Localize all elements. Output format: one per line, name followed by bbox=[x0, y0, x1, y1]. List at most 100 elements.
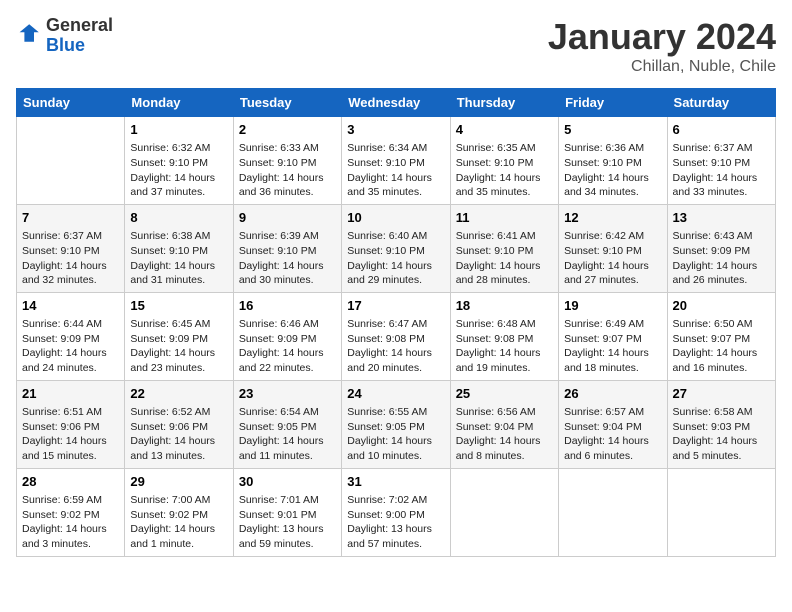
calendar-week-4: 21 Sunrise: 6:51 AMSunset: 9:06 PMDayligh… bbox=[17, 380, 776, 468]
weekday-monday: Monday bbox=[125, 89, 233, 117]
day-number: 17 bbox=[347, 297, 444, 315]
calendar-cell: 7 Sunrise: 6:37 AMSunset: 9:10 PMDaylight… bbox=[17, 204, 125, 292]
weekday-thursday: Thursday bbox=[450, 89, 558, 117]
weekday-tuesday: Tuesday bbox=[233, 89, 341, 117]
weekday-sunday: Sunday bbox=[17, 89, 125, 117]
calendar-cell: 6Sunrise: 6:37 AMSunset: 9:10 PMDaylight… bbox=[667, 117, 775, 205]
day-number: 29 bbox=[130, 473, 227, 491]
day-number: 12 bbox=[564, 209, 661, 227]
day-info: Sunrise: 6:55 AMSunset: 9:05 PMDaylight:… bbox=[347, 405, 444, 464]
day-info: Sunrise: 6:54 AMSunset: 9:05 PMDaylight:… bbox=[239, 405, 336, 464]
calendar-cell: 9Sunrise: 6:39 AMSunset: 9:10 PMDaylight… bbox=[233, 204, 341, 292]
day-info: Sunrise: 6:58 AMSunset: 9:03 PMDaylight:… bbox=[673, 405, 770, 464]
day-number: 2 bbox=[239, 121, 336, 139]
day-number: 23 bbox=[239, 385, 336, 403]
calendar-cell: 20Sunrise: 6:50 AMSunset: 9:07 PMDayligh… bbox=[667, 292, 775, 380]
calendar-cell: 21 Sunrise: 6:51 AMSunset: 9:06 PMDayligh… bbox=[17, 380, 125, 468]
day-number: 13 bbox=[673, 209, 770, 227]
calendar-cell: 23 Sunrise: 6:54 AMSunset: 9:05 PMDayligh… bbox=[233, 380, 341, 468]
calendar-cell: 3Sunrise: 6:34 AMSunset: 9:10 PMDaylight… bbox=[342, 117, 450, 205]
logo-general-text: General bbox=[46, 16, 113, 36]
day-info: Sunrise: 6:37 AMSunset: 9:10 PMDaylight:… bbox=[22, 229, 119, 288]
day-number: 25 bbox=[456, 385, 553, 403]
day-number: 27 bbox=[673, 385, 770, 403]
day-info: Sunrise: 6:40 AMSunset: 9:10 PMDaylight:… bbox=[347, 229, 444, 288]
calendar-table: SundayMondayTuesdayWednesdayThursdayFrid… bbox=[16, 88, 776, 557]
day-number: 22 bbox=[130, 385, 227, 403]
day-info: Sunrise: 6:33 AMSunset: 9:10 PMDaylight:… bbox=[239, 141, 336, 200]
day-number: 15 bbox=[130, 297, 227, 315]
day-info: Sunrise: 6:51 AMSunset: 9:06 PMDaylight:… bbox=[22, 405, 119, 464]
day-number: 28 bbox=[22, 473, 119, 491]
day-number: 24 bbox=[347, 385, 444, 403]
calendar-cell: 29Sunrise: 7:00 AMSunset: 9:02 PMDayligh… bbox=[125, 468, 233, 556]
calendar-cell: 18Sunrise: 6:48 AMSunset: 9:08 PMDayligh… bbox=[450, 292, 558, 380]
day-info: Sunrise: 7:02 AMSunset: 9:00 PMDaylight:… bbox=[347, 493, 444, 552]
calendar-cell: 27 Sunrise: 6:58 AMSunset: 9:03 PMDayligh… bbox=[667, 380, 775, 468]
day-info: Sunrise: 6:56 AMSunset: 9:04 PMDaylight:… bbox=[456, 405, 553, 464]
day-info: Sunrise: 6:43 AMSunset: 9:09 PMDaylight:… bbox=[673, 229, 770, 288]
day-number: 1 bbox=[130, 121, 227, 139]
day-number: 4 bbox=[456, 121, 553, 139]
day-number: 21 bbox=[22, 385, 119, 403]
day-info: Sunrise: 6:50 AMSunset: 9:07 PMDaylight:… bbox=[673, 317, 770, 376]
calendar-title: January 2024 bbox=[548, 16, 776, 58]
day-number: 31 bbox=[347, 473, 444, 491]
calendar-cell: 5 Sunrise: 6:36 AMSunset: 9:10 PMDaylight… bbox=[559, 117, 667, 205]
day-number: 5 bbox=[564, 121, 661, 139]
page-header: General Blue January 2024 Chillan, Nuble… bbox=[16, 16, 776, 76]
logo-blue-text: Blue bbox=[46, 36, 113, 56]
day-number: 10 bbox=[347, 209, 444, 227]
day-number: 3 bbox=[347, 121, 444, 139]
day-info: Sunrise: 6:57 AMSunset: 9:04 PMDaylight:… bbox=[564, 405, 661, 464]
day-info: Sunrise: 6:36 AMSunset: 9:10 PMDaylight:… bbox=[564, 141, 661, 200]
calendar-cell: 15 Sunrise: 6:45 AMSunset: 9:09 PMDayligh… bbox=[125, 292, 233, 380]
day-number: 26 bbox=[564, 385, 661, 403]
calendar-cell: 8Sunrise: 6:38 AMSunset: 9:10 PMDaylight… bbox=[125, 204, 233, 292]
logo: General Blue bbox=[16, 16, 113, 56]
calendar-cell: 24 Sunrise: 6:55 AMSunset: 9:05 PMDayligh… bbox=[342, 380, 450, 468]
calendar-cell: 16Sunrise: 6:46 AMSunset: 9:09 PMDayligh… bbox=[233, 292, 341, 380]
day-info: Sunrise: 7:01 AMSunset: 9:01 PMDaylight:… bbox=[239, 493, 336, 552]
day-info: Sunrise: 6:49 AMSunset: 9:07 PMDaylight:… bbox=[564, 317, 661, 376]
day-number: 8 bbox=[130, 209, 227, 227]
day-info: Sunrise: 6:44 AMSunset: 9:09 PMDaylight:… bbox=[22, 317, 119, 376]
calendar-week-3: 14Sunrise: 6:44 AMSunset: 9:09 PMDayligh… bbox=[17, 292, 776, 380]
calendar-header: SundayMondayTuesdayWednesdayThursdayFrid… bbox=[17, 89, 776, 117]
day-info: Sunrise: 6:35 AMSunset: 9:10 PMDaylight:… bbox=[456, 141, 553, 200]
calendar-body: 1 Sunrise: 6:32 AMSunset: 9:10 PMDaylight… bbox=[17, 117, 776, 557]
day-info: Sunrise: 6:52 AMSunset: 9:06 PMDaylight:… bbox=[130, 405, 227, 464]
weekday-wednesday: Wednesday bbox=[342, 89, 450, 117]
calendar-cell: 31 Sunrise: 7:02 AMSunset: 9:00 PMDayligh… bbox=[342, 468, 450, 556]
day-number: 18 bbox=[456, 297, 553, 315]
calendar-cell: 26 Sunrise: 6:57 AMSunset: 9:04 PMDayligh… bbox=[559, 380, 667, 468]
calendar-week-2: 7 Sunrise: 6:37 AMSunset: 9:10 PMDaylight… bbox=[17, 204, 776, 292]
day-number: 19 bbox=[564, 297, 661, 315]
calendar-cell: 22 Sunrise: 6:52 AMSunset: 9:06 PMDayligh… bbox=[125, 380, 233, 468]
calendar-cell: 2 Sunrise: 6:33 AMSunset: 9:10 PMDaylight… bbox=[233, 117, 341, 205]
title-block: January 2024 Chillan, Nuble, Chile bbox=[548, 16, 776, 76]
calendar-cell bbox=[559, 468, 667, 556]
calendar-cell: 25 Sunrise: 6:56 AMSunset: 9:04 PMDayligh… bbox=[450, 380, 558, 468]
day-info: Sunrise: 6:46 AMSunset: 9:09 PMDaylight:… bbox=[239, 317, 336, 376]
calendar-cell: 30 Sunrise: 7:01 AMSunset: 9:01 PMDayligh… bbox=[233, 468, 341, 556]
calendar-cell: 19 Sunrise: 6:49 AMSunset: 9:07 PMDayligh… bbox=[559, 292, 667, 380]
calendar-subtitle: Chillan, Nuble, Chile bbox=[548, 58, 776, 76]
calendar-cell: 28Sunrise: 6:59 AMSunset: 9:02 PMDayligh… bbox=[17, 468, 125, 556]
calendar-cell: 11Sunrise: 6:41 AMSunset: 9:10 PMDayligh… bbox=[450, 204, 558, 292]
day-info: Sunrise: 6:32 AMSunset: 9:10 PMDaylight:… bbox=[130, 141, 227, 200]
day-number: 30 bbox=[239, 473, 336, 491]
calendar-cell bbox=[17, 117, 125, 205]
day-info: Sunrise: 6:42 AMSunset: 9:10 PMDaylight:… bbox=[564, 229, 661, 288]
calendar-cell bbox=[450, 468, 558, 556]
calendar-cell: 12 Sunrise: 6:42 AMSunset: 9:10 PMDayligh… bbox=[559, 204, 667, 292]
calendar-cell: 17Sunrise: 6:47 AMSunset: 9:08 PMDayligh… bbox=[342, 292, 450, 380]
day-number: 7 bbox=[22, 209, 119, 227]
day-number: 9 bbox=[239, 209, 336, 227]
weekday-saturday: Saturday bbox=[667, 89, 775, 117]
day-number: 11 bbox=[456, 209, 553, 227]
calendar-cell bbox=[667, 468, 775, 556]
calendar-cell: 4 Sunrise: 6:35 AMSunset: 9:10 PMDaylight… bbox=[450, 117, 558, 205]
calendar-week-1: 1 Sunrise: 6:32 AMSunset: 9:10 PMDaylight… bbox=[17, 117, 776, 205]
day-info: Sunrise: 6:45 AMSunset: 9:09 PMDaylight:… bbox=[130, 317, 227, 376]
